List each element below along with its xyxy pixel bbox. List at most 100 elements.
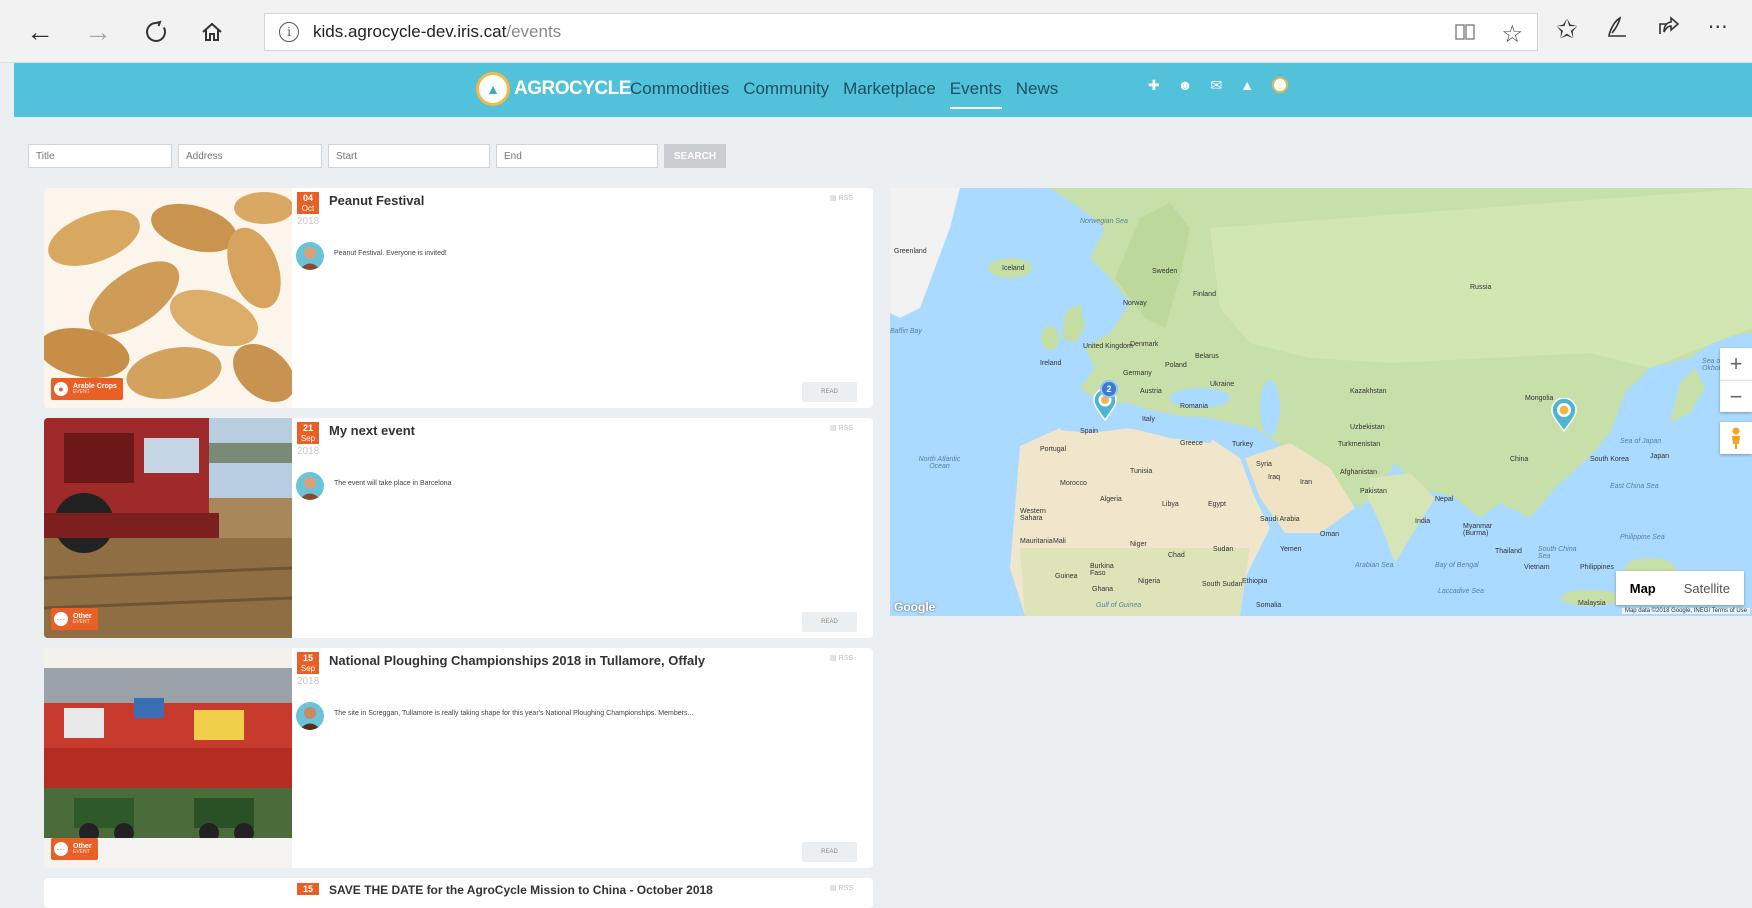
map-label: Iceland xyxy=(1002,265,1025,272)
read-button[interactable]: READ xyxy=(802,842,857,862)
end-date-input[interactable] xyxy=(496,144,658,168)
category-icon: ● xyxy=(54,382,68,396)
add-icon[interactable]: ✚ xyxy=(1148,77,1160,94)
rss-link[interactable]: ▤ RSS xyxy=(830,884,853,892)
map-label: Mauritania xyxy=(1020,538,1053,545)
author-avatar[interactable] xyxy=(296,702,324,730)
map-label: Laccadive Sea xyxy=(1438,588,1484,595)
map-label: Mongolia xyxy=(1525,395,1554,402)
map-label: Guinea xyxy=(1055,573,1078,580)
pen-notes-icon[interactable] xyxy=(1604,14,1630,47)
nav-commodities[interactable]: Commodities xyxy=(630,79,729,109)
map-type-control: Map Satellite xyxy=(1615,571,1744,605)
event-card: ⋯ Other EVENT 21 Sep 2018 My next event ▤… xyxy=(44,418,873,638)
author-avatar[interactable] xyxy=(296,472,324,500)
info-icon[interactable]: i xyxy=(279,22,299,42)
event-card: ⋯ Other EVENT 15 Sep 2018 National Plough… xyxy=(44,648,873,868)
rss-label: RSS xyxy=(838,655,853,662)
user-avatar[interactable] xyxy=(1272,77,1289,93)
home-icon[interactable] xyxy=(194,14,230,50)
category-icon: ⋯ xyxy=(54,612,68,626)
users-icon[interactable]: ☻ xyxy=(1178,77,1193,94)
more-icon[interactable]: ⋯ xyxy=(1708,14,1728,47)
map-label: North Atlantic Ocean xyxy=(918,456,961,470)
site-logo[interactable]: ▲ AGROCYCLE xyxy=(476,72,631,106)
search-button[interactable]: SEARCH xyxy=(664,144,726,168)
map-label: Libya xyxy=(1162,501,1179,508)
read-button[interactable]: READ xyxy=(802,382,857,402)
map-type-satellite[interactable]: Satellite xyxy=(1670,571,1744,605)
favorite-star-icon[interactable]: ☆ xyxy=(1501,20,1523,51)
map-label: Ireland xyxy=(1040,360,1062,367)
event-title[interactable]: SAVE THE DATE for the AgroCycle Mission … xyxy=(329,883,713,897)
date-day: 04 xyxy=(297,192,319,204)
favorites-list-icon[interactable]: ✩ xyxy=(1556,14,1578,47)
date-year: 2018 xyxy=(297,446,320,457)
event-title[interactable]: Peanut Festival xyxy=(329,193,424,208)
map-attribution[interactable]: Map data ©2018 Google, INEGI Terms of Us… xyxy=(1621,608,1750,614)
map-label: Norwegian Sea xyxy=(1080,218,1128,225)
street-view-pegman-icon[interactable] xyxy=(1720,422,1752,454)
date-month: Sep xyxy=(297,434,319,444)
event-title[interactable]: National Ploughing Championships 2018 in… xyxy=(329,653,705,668)
date-day: 15 xyxy=(297,883,319,895)
event-card: 15 SAVE THE DATE for the AgroCycle Missi… xyxy=(44,878,873,908)
forward-arrow-icon[interactable]: → xyxy=(80,14,116,50)
mail-icon[interactable]: ✉ xyxy=(1210,77,1222,94)
search-filters: SEARCH xyxy=(28,144,726,168)
rss-link[interactable]: ▤ RSS xyxy=(830,654,853,662)
rss-link[interactable]: ▤ RSS xyxy=(830,424,853,432)
events-map[interactable]: Greenland Iceland Sweden Finland Norway … xyxy=(890,188,1752,616)
nav-events[interactable]: Events xyxy=(949,79,1002,109)
refresh-icon[interactable] xyxy=(138,14,174,50)
event-image[interactable]: ● Arable Crops EVENT xyxy=(44,188,292,408)
map-label: South Sudan xyxy=(1202,581,1243,588)
map-label: Chad xyxy=(1168,552,1185,559)
title-input[interactable] xyxy=(28,144,172,168)
rss-link[interactable]: ▤ RSS xyxy=(830,194,853,202)
nav-community[interactable]: Community xyxy=(743,79,829,109)
zoom-in-button[interactable]: + xyxy=(1720,348,1752,380)
map-label: Portugal xyxy=(1040,446,1067,453)
bell-icon[interactable]: ▲ xyxy=(1240,77,1254,94)
map-label: Gulf of Guinea xyxy=(1096,602,1142,609)
address-input[interactable] xyxy=(178,144,322,168)
start-date-input[interactable] xyxy=(328,144,490,168)
rss-label: RSS xyxy=(838,885,853,892)
category-badge[interactable]: ⋯ Other EVENT xyxy=(51,838,98,860)
map-label: Iraq xyxy=(1268,474,1281,481)
category-badge[interactable]: ● Arable Crops EVENT xyxy=(51,378,123,400)
map-type-map[interactable]: Map xyxy=(1616,571,1670,605)
map-label: Kazakhstan xyxy=(1350,388,1387,395)
map-marker[interactable] xyxy=(1551,398,1577,432)
map-label: Sudan xyxy=(1213,546,1234,553)
zoom-out-button[interactable]: − xyxy=(1720,380,1752,412)
event-date: 15 xyxy=(297,883,319,895)
map-label: Denmark xyxy=(1130,341,1159,348)
read-button[interactable]: READ xyxy=(802,612,857,632)
site-header: ▲ AGROCYCLE Commodities Community Market… xyxy=(14,63,1752,117)
google-logo[interactable]: Google xyxy=(894,600,935,614)
nav-news[interactable]: News xyxy=(1016,79,1059,109)
map-label: Malaysia xyxy=(1578,600,1606,607)
map-label: Niger xyxy=(1130,541,1147,548)
share-icon[interactable] xyxy=(1656,14,1682,47)
address-bar[interactable]: i kids.agrocycle-dev.iris.cat/events ☆ xyxy=(264,13,1538,51)
map-label: Greenland xyxy=(894,248,927,255)
event-date: 15 Sep 2018 xyxy=(297,652,319,687)
rss-icon: ▤ xyxy=(830,885,837,892)
map-label: Turkmenistan xyxy=(1338,441,1381,448)
nav-marketplace[interactable]: Marketplace xyxy=(843,79,936,109)
event-image[interactable]: ⋯ Other EVENT xyxy=(44,418,292,638)
reading-view-icon[interactable] xyxy=(1453,20,1477,51)
event-title[interactable]: My next event xyxy=(329,423,415,438)
rss-icon: ▤ xyxy=(830,655,837,662)
category-type: EVENT xyxy=(73,619,90,625)
browser-chrome: ← → i kids.agrocycle-dev.iris.cat/events… xyxy=(0,0,1752,63)
event-image[interactable]: ⋯ Other EVENT xyxy=(44,648,292,868)
back-arrow-icon[interactable]: ← xyxy=(22,14,58,50)
rss-label: RSS xyxy=(838,425,853,432)
map-marker-cluster[interactable]: 2 xyxy=(1100,380,1118,398)
author-avatar[interactable] xyxy=(296,242,324,270)
category-badge[interactable]: ⋯ Other EVENT xyxy=(51,608,98,630)
